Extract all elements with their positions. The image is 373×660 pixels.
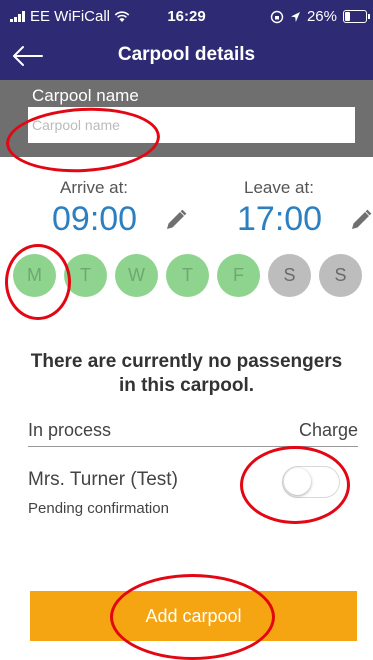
edit-arrive-pencil-icon[interactable] [164,208,188,232]
leave-time[interactable]: 17:00 [237,200,322,239]
day-selector: M T W T F S S [13,254,370,297]
day-wednesday[interactable]: W [115,254,158,297]
day-saturday[interactable]: S [268,254,311,297]
status-right: 26% [270,8,370,25]
add-carpool-button[interactable]: Add carpool [30,591,357,641]
battery-level [345,12,350,21]
location-icon [290,11,300,22]
day-thursday[interactable]: T [166,254,209,297]
toggle-knob [284,468,311,495]
day-tuesday[interactable]: T [64,254,107,297]
leave-label: Leave at: [244,178,314,197]
passenger-name: Mrs. Turner (Test) [28,469,178,490]
charge-label: Charge [298,420,358,440]
in-process-label: In process [28,420,112,440]
nav-bar: Carpool details [0,32,373,80]
arrive-time[interactable]: 09:00 [52,200,137,239]
list-divider [28,446,358,447]
passenger-status: Pending confirmation [28,500,169,517]
day-monday[interactable]: M [13,254,56,297]
page-title: Carpool details [117,44,256,65]
carpool-name-section: Carpool name [0,80,373,157]
no-passengers-message: There are currently no passengers in thi… [30,351,343,396]
carpool-name-input[interactable] [28,107,355,143]
list-header: In process Charge [28,420,358,441]
day-sunday[interactable]: S [319,254,362,297]
edit-leave-pencil-icon[interactable] [349,208,373,232]
carpool-name-label: Carpool name [32,86,139,105]
battery-icon [343,10,370,23]
arrive-label: Arrive at: [60,178,129,197]
charge-toggle[interactable] [282,466,340,498]
battery-percent: 26% [306,8,337,25]
rotation-lock-icon [270,10,284,23]
day-friday[interactable]: F [217,254,260,297]
status-bar: EE WiFiCall 16:29 26% [0,0,373,32]
